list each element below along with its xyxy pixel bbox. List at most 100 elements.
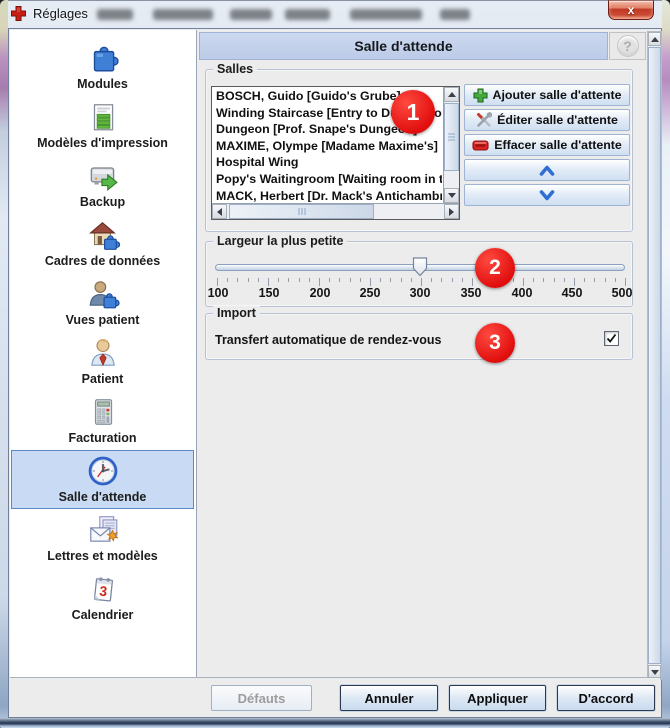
scroll-up-button[interactable] bbox=[648, 32, 661, 46]
move-up-button[interactable] bbox=[464, 159, 630, 181]
main-scrollbar[interactable] bbox=[647, 31, 662, 680]
titlebar[interactable]: Réglages x bbox=[0, 0, 670, 28]
background-window-menu-blur bbox=[153, 9, 213, 20]
button-label: Éditer salle d'attente bbox=[497, 113, 618, 127]
tick-mark bbox=[319, 278, 320, 286]
scrollbar-thumb[interactable] bbox=[444, 103, 459, 171]
tick-mark bbox=[533, 278, 534, 282]
page-title: Salle d'attende bbox=[199, 32, 608, 60]
tick-mark bbox=[574, 278, 575, 286]
edit-salle-button[interactable]: Éditer salle d'attente bbox=[464, 109, 630, 131]
puzzle-icon bbox=[86, 41, 120, 75]
list-item[interactable]: Hospital Wing bbox=[213, 154, 442, 171]
annotation-badge-3: 3 bbox=[475, 323, 515, 363]
transfer-checkbox[interactable] bbox=[604, 331, 619, 346]
tick-mark bbox=[472, 278, 473, 286]
move-down-button[interactable] bbox=[464, 184, 630, 206]
sidebar-item-backup[interactable]: Backup bbox=[11, 155, 194, 214]
sidebar-item-modules[interactable]: Modules bbox=[11, 37, 194, 96]
window-title: Réglages bbox=[33, 0, 88, 28]
triangle-right-icon bbox=[449, 208, 454, 216]
scroll-right-button[interactable] bbox=[444, 204, 459, 219]
scroll-up-button[interactable] bbox=[444, 87, 459, 102]
patient-icon bbox=[86, 336, 120, 370]
backup-drive-icon bbox=[86, 159, 120, 193]
checkmark-icon bbox=[605, 332, 618, 345]
window-glass-edge-bottom bbox=[0, 718, 670, 728]
tick-mark bbox=[441, 278, 442, 282]
tick-mark bbox=[605, 278, 606, 282]
person-puzzle-icon bbox=[86, 277, 120, 311]
scroll-left-button[interactable] bbox=[212, 204, 227, 219]
add-salle-button[interactable]: Ajouter salle d'attente bbox=[464, 84, 630, 106]
annotation-badge-2: 2 bbox=[475, 248, 515, 288]
calculator-icon bbox=[86, 395, 120, 429]
groupbox-label: Salles bbox=[213, 62, 257, 76]
settings-sidebar: Modules Modèles d'impression bbox=[10, 30, 197, 680]
tick-mark bbox=[217, 278, 218, 286]
scroll-down-button[interactable] bbox=[444, 188, 459, 203]
red-cross-app-icon bbox=[10, 5, 27, 22]
sidebar-item-calendrier[interactable]: 3 Calendrier bbox=[11, 568, 194, 627]
background-window-menu-blur bbox=[285, 9, 330, 20]
tick-mark bbox=[237, 278, 238, 282]
defaults-button[interactable]: Défauts bbox=[211, 685, 312, 711]
tick-mark bbox=[278, 278, 279, 282]
tick-mark bbox=[523, 278, 524, 286]
groupbox-label: Largeur la plus petite bbox=[213, 234, 347, 248]
triangle-up-icon bbox=[448, 92, 456, 97]
tick-mark bbox=[543, 278, 544, 282]
tick-mark bbox=[258, 278, 259, 282]
sidebar-item-modeles-impression[interactable]: Modèles d'impression bbox=[11, 96, 194, 155]
tick-label: 400 bbox=[512, 286, 533, 300]
tick-mark bbox=[513, 278, 514, 282]
print-template-icon bbox=[86, 100, 120, 134]
tick-mark bbox=[452, 278, 453, 282]
transfer-checkbox-label: Transfert automatique de rendez-vous bbox=[215, 333, 441, 347]
tick-mark bbox=[462, 278, 463, 282]
tick-mark bbox=[299, 278, 300, 282]
sidebar-item-label: Calendrier bbox=[72, 608, 134, 622]
help-button[interactable]: ? bbox=[609, 32, 646, 60]
list-vertical-scrollbar[interactable] bbox=[443, 87, 459, 203]
tick-mark bbox=[625, 278, 626, 286]
chevron-down-icon bbox=[538, 189, 556, 202]
question-mark-icon: ? bbox=[617, 35, 639, 57]
window-glass-edge-left bbox=[0, 0, 8, 728]
button-label: Effacer salle d'attente bbox=[494, 138, 622, 152]
triangle-down-icon bbox=[651, 670, 659, 675]
triangle-down-icon bbox=[448, 193, 456, 198]
sidebar-item-label: Cadres de données bbox=[45, 254, 160, 268]
delete-salle-button[interactable]: Effacer salle d'attente bbox=[464, 134, 630, 156]
apply-button[interactable]: Appliquer bbox=[449, 685, 546, 711]
sidebar-item-cadres-donnees[interactable]: Cadres de données bbox=[11, 214, 194, 273]
cancel-button[interactable]: Annuler bbox=[340, 685, 438, 711]
list-item[interactable]: MAXIME, Olympe [Madame Maxime's] bbox=[213, 138, 442, 155]
tick-mark bbox=[350, 278, 351, 282]
sidebar-item-salle-attende[interactable]: Salle d'attende bbox=[11, 450, 194, 509]
width-slider-thumb[interactable] bbox=[412, 257, 428, 277]
tick-label: 150 bbox=[259, 286, 280, 300]
close-button[interactable]: x bbox=[608, 0, 654, 20]
list-item[interactable]: MACK, Herbert [Dr. Mack's Antichambre] bbox=[213, 188, 442, 202]
sidebar-item-label: Vues patient bbox=[66, 313, 140, 327]
house-puzzle-icon bbox=[86, 218, 120, 252]
groupbox-label: Import bbox=[213, 306, 260, 320]
tick-mark bbox=[594, 278, 595, 282]
dialog-footer: Défauts Annuler Appliquer D'accord bbox=[10, 677, 660, 716]
sidebar-item-lettres-modeles[interactable]: Lettres et modèles bbox=[11, 509, 194, 568]
sidebar-item-vues-patient[interactable]: Vues patient bbox=[11, 273, 194, 332]
ok-button[interactable]: D'accord bbox=[557, 685, 655, 711]
scrollbar-thumb[interactable] bbox=[229, 204, 374, 219]
red-minus-icon bbox=[472, 139, 489, 152]
tick-mark bbox=[370, 278, 371, 286]
sidebar-item-facturation[interactable]: Facturation bbox=[11, 391, 194, 450]
list-horizontal-scrollbar[interactable] bbox=[212, 203, 459, 219]
tick-label: 200 bbox=[310, 286, 331, 300]
letters-icon bbox=[86, 513, 120, 547]
list-item[interactable]: Popy's Waitingroom [Waiting room in the bbox=[213, 171, 442, 188]
scrollbar-thumb[interactable] bbox=[648, 47, 661, 664]
dialog-body: Modules Modèles d'impression bbox=[8, 28, 662, 718]
sidebar-item-label: Patient bbox=[82, 372, 124, 386]
sidebar-item-patient[interactable]: Patient bbox=[11, 332, 194, 391]
